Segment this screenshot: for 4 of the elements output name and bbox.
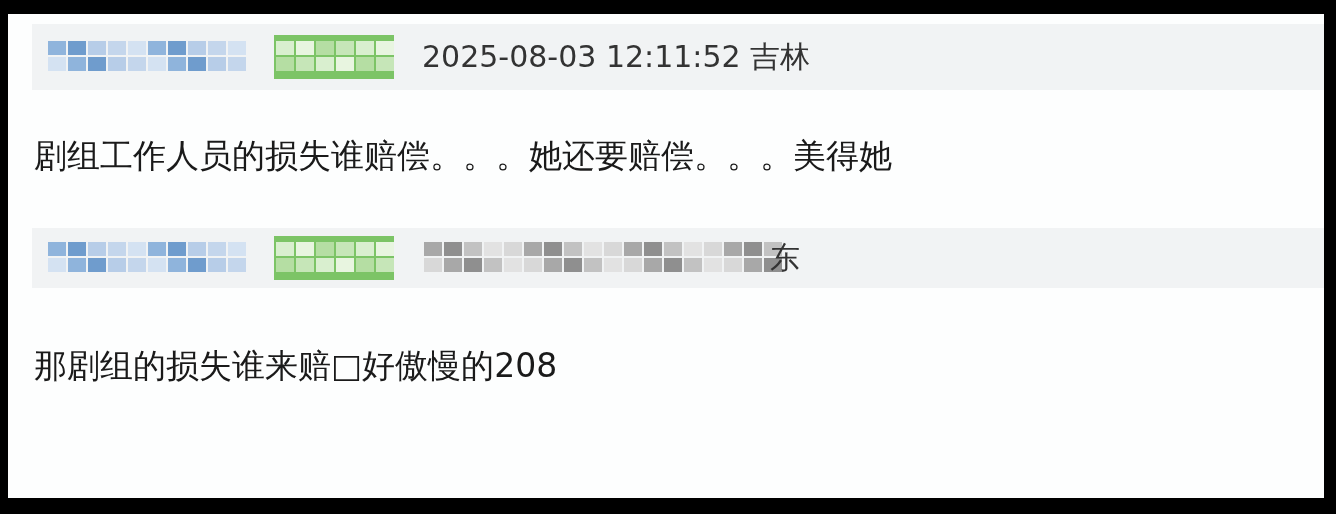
comment-text: 剧组工作人员的损失谁赔偿。。。她还要赔偿。。。美得她 xyxy=(33,135,893,177)
comment-text: 那剧组的损失谁来赔□好傲慢的208 xyxy=(33,345,559,387)
comment-meta: 东 xyxy=(770,238,800,277)
comment-meta: 2025-08-03 12:11:52 吉林 xyxy=(422,37,811,76)
